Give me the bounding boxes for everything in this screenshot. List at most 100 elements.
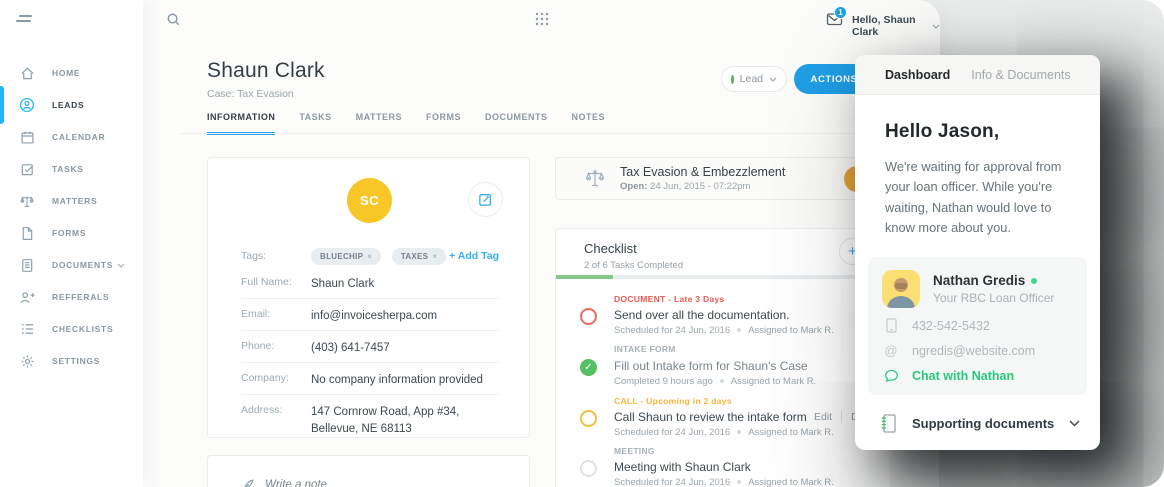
divider [241,330,499,331]
chat-bubble-icon [882,368,900,383]
chat-link: Chat with Nathan [912,369,1014,383]
supporting-documents-label: Supporting documents [912,416,1069,431]
matter-title: Tax Evasion & Embezzlement [620,165,785,179]
tab-forms[interactable]: FORMS [426,112,461,135]
edit-pencil-icon [478,192,493,207]
tab-information[interactable]: INFORMATION [207,112,275,135]
online-dot [1031,278,1037,284]
chevron-down-icon [769,77,777,82]
profile-card: SC Tags: BLUECHIP× TAXES× + Add Tag Full… [207,157,530,438]
search-icon[interactable] [166,12,181,27]
chevron-down-icon [932,24,940,29]
lead-status-label: Lead [740,73,763,85]
checklist-progress-text: 2 of 6 Tasks Completed [584,260,683,271]
field-full-name: Full Name: Shaun Clark [241,276,499,293]
screenshot-stage: 1 Hello, Shaun Clark Shaun Clark Case: T… [0,0,1164,487]
tab-dashboard[interactable]: Dashboard [885,68,950,82]
phone-icon [882,318,900,333]
user-greeting: Hello, Shaun Clark [852,14,926,38]
email-row: @ ngredis@website.com [882,343,1073,358]
sidebar-item-leads[interactable]: LEADS [0,89,143,121]
client-portal-panel: Dashboard Info & Documents Hello Jason, … [855,55,1100,450]
tag-bluechip[interactable]: BLUECHIP× [311,248,381,265]
divider [241,362,499,363]
sidebar-item-tasks[interactable]: TASKS [0,153,143,185]
tags-row: Tags: BLUECHIP× TAXES× + Add Tag [241,246,499,265]
phone-number[interactable]: 432-542-5432 [912,319,990,333]
tab-notes[interactable]: NOTES [572,112,606,135]
divider [841,411,842,423]
sidebar-item-documents[interactable]: DOCUMENTS [0,249,143,281]
portal-message: We're waiting for approval from your loa… [885,157,1075,239]
loan-officer-card: Nathan Gredis Your RBC Loan Officer 432-… [868,257,1087,395]
note-card[interactable]: Write a note [207,455,530,487]
loan-officer-avatar [882,270,920,308]
at-icon: @ [882,343,900,358]
tag-taxes[interactable]: TAXES× [392,248,447,265]
tab-documents[interactable]: DOCUMENTS [485,112,548,135]
scales-icon [19,193,35,209]
field-phone: Phone: (403) 641-7457 [241,340,499,357]
sidebar: HOME LEADS CALENDAR TASKS MATTERS FORMS [0,0,143,487]
detail-tabs: INFORMATION TASKS MATTERS FORMS DOCUMENT… [207,112,605,135]
phone-row: 432-542-5432 [882,318,1073,333]
checklist-icon [19,321,35,337]
task-checkbox[interactable] [580,308,597,325]
notifications-mail-icon[interactable]: 1 [826,11,843,26]
notification-badge: 1 [834,6,847,19]
sidebar-item-calendar[interactable]: CALENDAR [0,121,143,153]
scales-icon [584,169,606,189]
check-icon: ✓ [584,362,592,373]
progress-fill [556,275,613,279]
person-plus-icon [19,289,35,305]
task-checkbox[interactable]: ✓ [580,359,597,376]
avatar: SC [347,178,392,223]
tags-label: Tags: [241,250,311,262]
tabs-divider [180,133,920,134]
notebook-icon [879,413,899,435]
sidebar-item-checklists[interactable]: CHECKLISTS [0,313,143,345]
task-checkbox[interactable] [580,410,597,427]
sidebar-item-matters[interactable]: MATTERS [0,185,143,217]
portal-tabs: Dashboard Info & Documents [855,55,1100,95]
edit-profile-button[interactable] [468,182,503,217]
tab-tasks[interactable]: TASKS [299,112,331,135]
remove-tag-icon[interactable]: × [367,252,372,261]
chat-row[interactable]: Chat with Nathan [882,368,1073,383]
edit-task-link[interactable]: Edit [814,411,832,423]
user-menu[interactable]: Hello, Shaun Clark [852,14,940,38]
calendar-icon [19,129,35,145]
document-icon [19,257,35,273]
add-tag-link[interactable]: + Add Tag [449,250,499,262]
checklist-title: Checklist [584,241,637,256]
field-address: Address: 147 Cornrow Road, App #34,Belle… [241,404,499,437]
sidebar-item-home[interactable]: HOME [0,57,143,89]
field-email: Email: info@invoicesherpa.com [241,308,499,325]
tab-info-documents[interactable]: Info & Documents [971,68,1070,82]
chevron-down-icon [117,263,125,268]
portal-greeting: Hello Jason, [885,121,1070,143]
email-address[interactable]: ngredis@website.com [912,344,1035,358]
status-dot-green [731,75,734,84]
sidebar-item-refferals[interactable]: REFFERALS [0,281,143,313]
menu-toggle-icon[interactable] [14,15,36,27]
lead-status-dropdown[interactable]: Lead [721,66,787,92]
task-checkbox[interactable] [580,460,597,477]
home-icon [19,65,35,81]
page-title: Shaun Clark [207,59,325,83]
loan-officer-name: Nathan Gredis [933,273,1054,288]
divider [241,394,499,395]
tab-matters[interactable]: MATTERS [356,112,402,135]
tasks-icon [19,161,35,177]
apps-grid-icon[interactable] [535,12,549,26]
case-subtitle: Case: Tax Evasion [207,88,294,100]
remove-tag-icon[interactable]: × [432,252,437,261]
field-company: Company: No company information provided [241,372,499,389]
sidebar-item-forms[interactable]: FORMS [0,217,143,249]
chevron-down-icon [1069,420,1080,427]
matter-open-date: Open: 24 Jun, 2015 - 07:22pm [620,181,785,192]
supporting-documents-row[interactable]: Supporting documents [855,397,1100,450]
sidebar-item-settings[interactable]: SETTINGS [0,345,143,377]
quill-icon [241,478,255,487]
gear-icon [19,353,35,369]
